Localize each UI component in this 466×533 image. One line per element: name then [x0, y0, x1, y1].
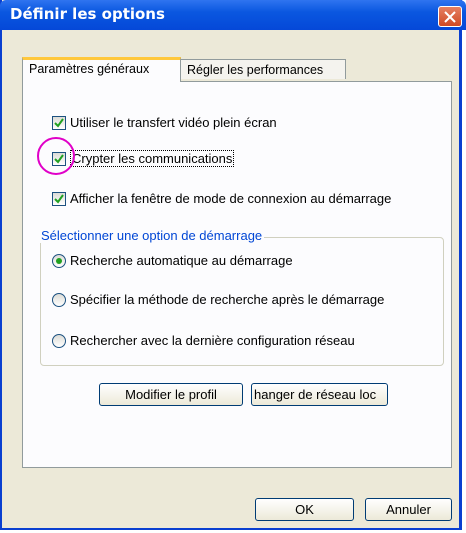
checkmark-icon [54, 193, 64, 204]
radio-auto-search[interactable] [52, 253, 66, 268]
fullscreen-video-option[interactable]: Utiliser le transfert vidéo plein écran [52, 115, 277, 130]
connection-mode-option[interactable]: Afficher la fenêtre de mode de connexion… [52, 191, 391, 206]
startup-choice-auto[interactable]: Recherche automatique au démarrage [52, 253, 293, 268]
fullscreen-video-label: Utiliser le transfert vidéo plein écran [70, 115, 277, 130]
checkmark-icon [54, 117, 64, 128]
radio-label: Recherche automatique au démarrage [70, 253, 293, 268]
title-bar[interactable]: Définir les options [0, 0, 466, 30]
annotation-circle [37, 137, 75, 175]
radio-dot-icon [56, 257, 62, 264]
change-network-button[interactable]: hanger de réseau loc [251, 383, 388, 406]
close-icon [444, 11, 456, 23]
tab-label: Régler les performances [187, 63, 324, 77]
window-title: Définir les options [10, 5, 165, 23]
encrypt-communications-option[interactable]: Crypter les communications [52, 150, 235, 167]
radio-label: Spécifier la méthode de recherche après … [70, 292, 385, 307]
startup-choice-specify[interactable]: Spécifier la méthode de recherche après … [52, 292, 384, 307]
encrypt-communications-label: Crypter les communications [70, 150, 235, 167]
ok-button[interactable]: OK [255, 498, 354, 521]
radio-label: Rechercher avec la dernière configuratio… [70, 333, 355, 348]
radio-last-config[interactable] [52, 333, 66, 348]
connection-mode-label: Afficher la fenêtre de mode de connexion… [70, 191, 392, 206]
cancel-button[interactable]: Annuler [365, 498, 452, 521]
close-button[interactable] [438, 6, 462, 27]
startup-choice-last-config[interactable]: Rechercher avec la dernière configuratio… [52, 333, 355, 348]
fullscreen-video-checkbox[interactable] [52, 115, 66, 130]
radio-specify-method[interactable] [52, 292, 66, 307]
tab-performance[interactable]: Régler les performances [180, 59, 346, 79]
modify-profile-button[interactable]: Modifier le profil [99, 383, 243, 406]
startup-legend: Sélectionner une option de démarrage [39, 228, 265, 243]
tab-label: Paramètres généraux [29, 62, 150, 76]
connection-mode-checkbox[interactable] [52, 191, 66, 206]
tab-general-settings[interactable]: Paramètres généraux [22, 57, 181, 82]
